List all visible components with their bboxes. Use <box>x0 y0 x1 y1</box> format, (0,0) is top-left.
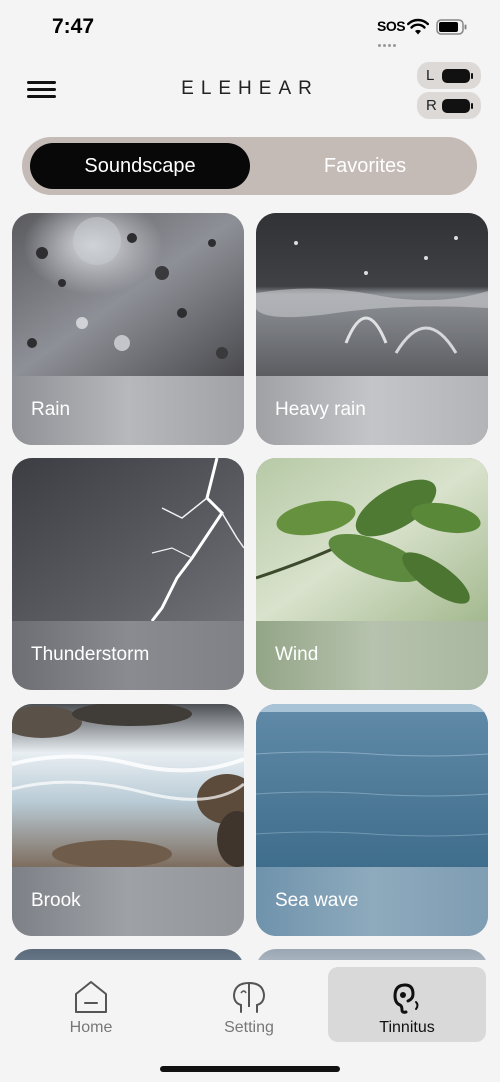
battery-icon <box>436 19 467 35</box>
tab-setting[interactable]: Setting <box>170 967 328 1042</box>
sos-indicator: SOS <box>377 18 406 34</box>
tab-label: Tinnitus <box>379 1019 435 1036</box>
soundscape-favorites-toggle: Soundscape Favorites <box>22 137 477 195</box>
sound-card-thunderstorm[interactable]: Thunderstorm <box>12 458 244 690</box>
sound-card-brook[interactable]: Brook <box>12 704 244 936</box>
rain-image <box>12 213 244 376</box>
tab-label: Home <box>69 1019 113 1036</box>
tinnitus-ear-icon <box>393 983 419 1014</box>
battery-icon <box>442 69 473 83</box>
tab-favorites[interactable]: Favorites <box>260 143 470 189</box>
hamburger-menu-icon[interactable] <box>27 80 57 100</box>
bottom-tab-bar: Home Setting Tinnitus <box>0 960 500 1082</box>
sound-card-heavy-rain[interactable]: Heavy rain <box>256 213 488 445</box>
brand-logo: ELEHEAR <box>181 78 319 99</box>
status-bar: 7:47 SOS <box>0 0 500 56</box>
tab-label: Setting <box>224 1019 274 1036</box>
sound-label: Sea wave <box>275 890 359 911</box>
device-side-label: L <box>426 67 435 84</box>
status-time: 7:47 <box>52 15 95 38</box>
sea-wave-image <box>256 704 488 867</box>
battery-icon <box>442 99 473 113</box>
sound-card-sea-wave[interactable]: Sea wave <box>256 704 488 936</box>
wind-image <box>256 458 488 621</box>
thunderstorm-image <box>12 458 244 621</box>
hearing-settings-icon <box>232 982 266 1013</box>
device-left-battery[interactable]: L <box>417 62 481 89</box>
home-icon <box>75 981 107 1013</box>
brook-image <box>12 704 244 867</box>
device-side-label: R <box>426 97 437 114</box>
home-indicator <box>160 1066 340 1072</box>
wifi-icon <box>407 18 429 35</box>
heavy-rain-image <box>256 213 488 376</box>
signal-dots <box>378 34 402 47</box>
sound-label: Thunderstorm <box>31 644 150 665</box>
sound-label: Rain <box>31 399 71 420</box>
tab-soundscape[interactable]: Soundscape <box>30 143 250 189</box>
sound-label: Wind <box>275 644 319 665</box>
tab-tinnitus[interactable]: Tinnitus <box>328 967 486 1042</box>
sound-card-rain[interactable]: Rain <box>12 213 244 445</box>
sound-card-wind[interactable]: Wind <box>256 458 488 690</box>
sound-label: Brook <box>31 890 81 911</box>
device-right-battery[interactable]: R <box>417 92 481 119</box>
sound-label: Heavy rain <box>275 399 366 420</box>
tab-home[interactable]: Home <box>12 967 170 1042</box>
